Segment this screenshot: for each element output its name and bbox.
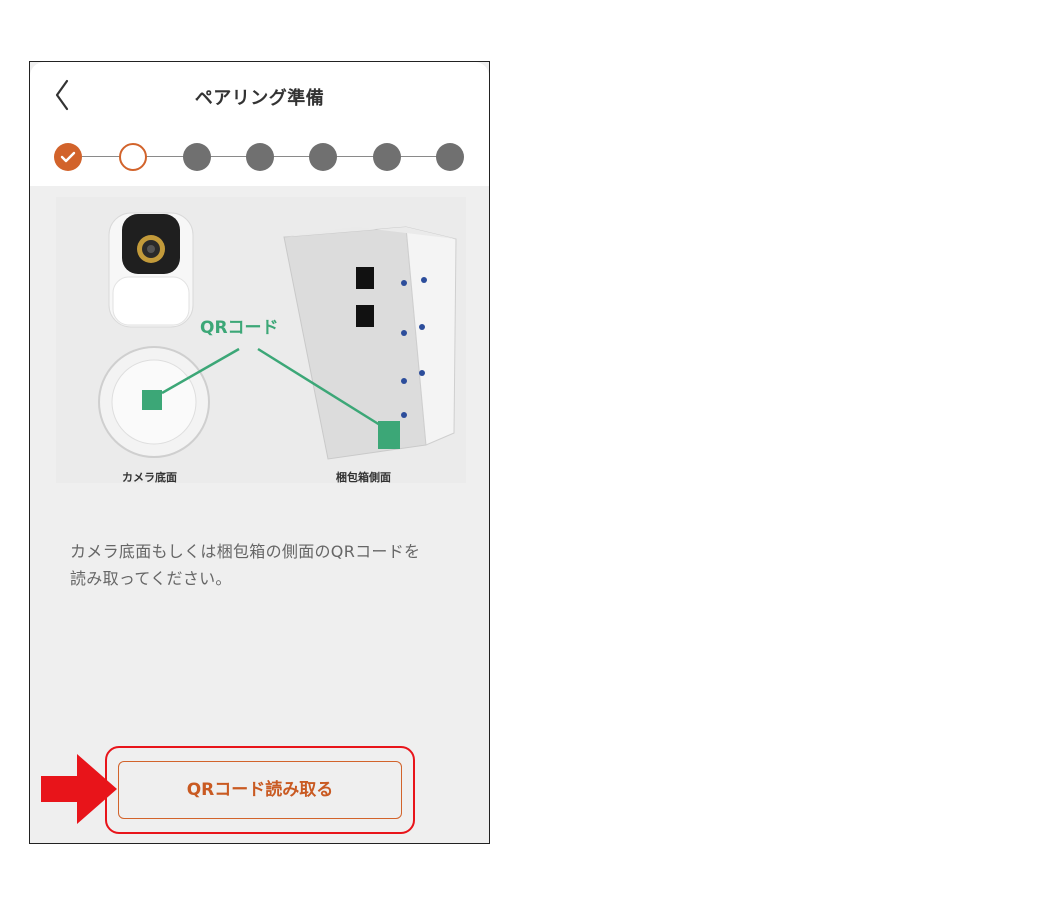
step-5 xyxy=(309,143,337,171)
camera-image xyxy=(108,212,194,328)
qr-location-illustration: QRコード カメラ底面 梱包箱側面 xyxy=(56,197,466,484)
step-6 xyxy=(373,143,401,171)
pairing-stepper xyxy=(30,140,489,174)
camera-bottom-caption: カメラ底面 xyxy=(122,471,177,484)
step-3 xyxy=(183,143,211,171)
qr-code-label: QRコード xyxy=(200,318,279,338)
instruction-line-2: 読み取ってください。 xyxy=(70,569,232,588)
app-header: ペアリング準備 xyxy=(30,62,489,186)
instruction-line-1: カメラ底面もしくは梱包箱の側面のQRコードを xyxy=(70,542,421,561)
page-title: ペアリング準備 xyxy=(194,88,325,109)
step-7 xyxy=(436,143,464,171)
step-2-current xyxy=(119,143,147,171)
package-box-image xyxy=(283,226,457,460)
step-1-done xyxy=(54,143,82,171)
step-4 xyxy=(246,143,274,171)
box-side-caption: 梱包箱側面 xyxy=(336,471,391,484)
red-arrow-icon xyxy=(41,754,117,824)
instruction-text: カメラ底面もしくは梱包箱の側面のQRコードを 読み取ってください。 xyxy=(70,538,470,592)
app-screen: ペアリング準備 QRコード カメラ底面 梱包箱側面 カメラ底面もしくは梱包箱の側… xyxy=(29,61,490,844)
illustration-graphic xyxy=(98,212,457,460)
annotation-highlight-box xyxy=(105,746,415,834)
camera-bottom-image xyxy=(98,346,210,458)
check-icon xyxy=(60,151,76,163)
